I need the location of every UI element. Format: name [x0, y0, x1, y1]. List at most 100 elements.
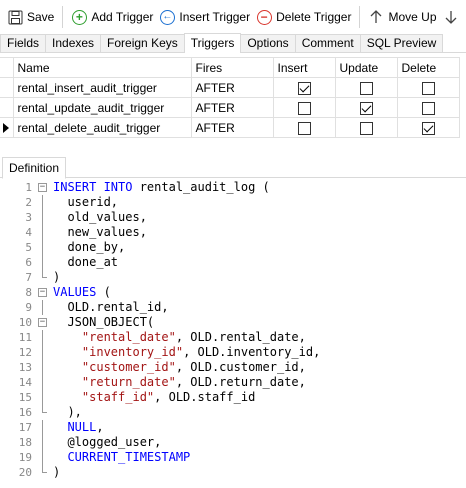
code-line: 4 new_values, [0, 225, 466, 240]
text-token: ( [96, 285, 111, 299]
line-number: 9 [25, 301, 32, 314]
save-icon [7, 9, 23, 25]
fold-marker [38, 450, 48, 465]
table-row[interactable]: rental_insert_audit_trigger AFTER [0, 77, 460, 98]
code-editor[interactable]: 1− INSERT INTO rental_audit_log (2 userid… [0, 179, 466, 488]
code-text: old_values, [53, 210, 146, 225]
line-number: 13 [18, 361, 32, 374]
header-update[interactable]: Update [334, 57, 398, 78]
code-text: done_at [53, 255, 118, 270]
line-number: 18 [18, 436, 32, 449]
fold-marker [38, 210, 48, 225]
insert-checkbox[interactable] [297, 121, 311, 135]
delete-checkbox[interactable] [421, 121, 435, 135]
header-name[interactable]: Name [12, 57, 192, 78]
triggers-grid: Name Fires Insert Update Delete rental_i… [0, 57, 466, 138]
code-text: CURRENT_TIMESTAMP [53, 450, 190, 465]
code-line: 13 "customer_id", OLD.customer_id, [0, 360, 466, 375]
fold-marker [38, 330, 48, 345]
tab-fields[interactable]: Fields [0, 34, 47, 52]
header-insert[interactable]: Insert [272, 57, 336, 78]
fold-marker[interactable]: − [38, 315, 48, 330]
string-token: "customer_id" [81, 360, 176, 374]
tab-sql-preview[interactable]: SQL Preview [359, 34, 444, 52]
fold-line [42, 420, 43, 435]
trigger-fires-cell[interactable]: AFTER [190, 117, 274, 138]
code-text: ), [53, 405, 81, 420]
code-line: 8− VALUES ( [0, 285, 466, 300]
code-line: 6 done_at [0, 255, 466, 270]
fold-line [42, 255, 43, 270]
caret-right-icon [3, 123, 10, 134]
tab-options[interactable]: Options [240, 34, 296, 52]
fold-line [42, 195, 43, 210]
code-text: "return_date", OLD.return_date, [53, 375, 306, 390]
fold-marker [38, 465, 48, 480]
fold-end-mark [42, 270, 47, 278]
code-line: 11 "rental_date", OLD.rental_date, [0, 330, 466, 345]
text-token: , OLD.inventory_id, [183, 345, 321, 359]
move-down-button[interactable] [440, 4, 466, 30]
add-trigger-label: Add Trigger [91, 10, 154, 24]
fold-line [42, 240, 43, 255]
definition-tab-bar: Definition [0, 156, 466, 179]
fold-line [42, 390, 43, 405]
fold-marker[interactable]: − [38, 180, 48, 195]
collapse-icon: − [38, 317, 47, 327]
trigger-name-cell[interactable]: rental_delete_audit_trigger [12, 117, 192, 138]
insert-trigger-button[interactable]: ← Insert Trigger [156, 4, 253, 30]
tab-triggers[interactable]: Triggers [183, 33, 242, 53]
trigger-fires-cell[interactable]: AFTER [190, 97, 274, 118]
keyword-token: VALUES [53, 285, 97, 299]
delete-trigger-button[interactable]: − Delete Trigger [253, 4, 354, 30]
update-checkbox[interactable] [359, 81, 373, 95]
line-number: 4 [25, 226, 32, 239]
insert-checkbox[interactable] [297, 81, 311, 95]
save-button[interactable]: Save [4, 4, 57, 30]
toolbar-separator [62, 6, 64, 28]
fold-marker[interactable]: − [38, 285, 48, 300]
fold-marker [38, 405, 48, 420]
tab-comment[interactable]: Comment [294, 34, 361, 52]
trigger-name-cell[interactable]: rental_insert_audit_trigger [12, 77, 192, 98]
tab-foreign-keys[interactable]: Foreign Keys [100, 34, 185, 52]
fold-marker [38, 345, 48, 360]
delete-trigger-label: Delete Trigger [276, 10, 352, 24]
toolbar-separator [359, 6, 361, 28]
text-token: JSON_OBJECT( [53, 315, 155, 329]
code-text: new_values, [53, 225, 146, 240]
trigger-name-cell[interactable]: rental_update_audit_trigger [12, 97, 192, 118]
header-fires[interactable]: Fires [190, 57, 274, 78]
delete-checkbox[interactable] [421, 81, 435, 95]
line-number: 17 [18, 421, 32, 434]
header-delete[interactable]: Delete [396, 57, 460, 78]
text-token: done_at [53, 255, 119, 269]
insert-checkbox[interactable] [297, 101, 311, 115]
move-up-button[interactable]: Move Up [365, 4, 439, 30]
string-token: "inventory_id" [81, 345, 184, 359]
trigger-fires-cell[interactable]: AFTER [190, 77, 274, 98]
code-text: done_by, [53, 240, 125, 255]
tab-indexes[interactable]: Indexes [45, 34, 102, 52]
add-trigger-button[interactable]: + Add Trigger [68, 4, 156, 30]
fold-line [42, 330, 43, 345]
line-number: 20 [18, 466, 32, 479]
table-row[interactable]: rental_delete_audit_trigger AFTER [0, 117, 460, 138]
delete-checkbox[interactable] [421, 101, 435, 115]
fold-line [42, 210, 43, 225]
code-text: NULL, [53, 420, 103, 435]
tab-definition[interactable]: Definition [2, 157, 67, 179]
code-line: 14 "return_date", OLD.return_date, [0, 375, 466, 390]
line-number: 1 [25, 181, 32, 194]
fold-marker [38, 390, 48, 405]
update-checkbox[interactable] [359, 101, 373, 115]
line-number: 12 [18, 346, 32, 359]
code-text: @logged_user, [53, 435, 161, 450]
update-checkbox[interactable] [359, 121, 373, 135]
fold-marker [38, 270, 48, 285]
code-text: INSERT INTO rental_audit_log ( [53, 180, 270, 195]
table-row[interactable]: rental_update_audit_trigger AFTER [0, 97, 460, 118]
row-marker [0, 97, 14, 118]
